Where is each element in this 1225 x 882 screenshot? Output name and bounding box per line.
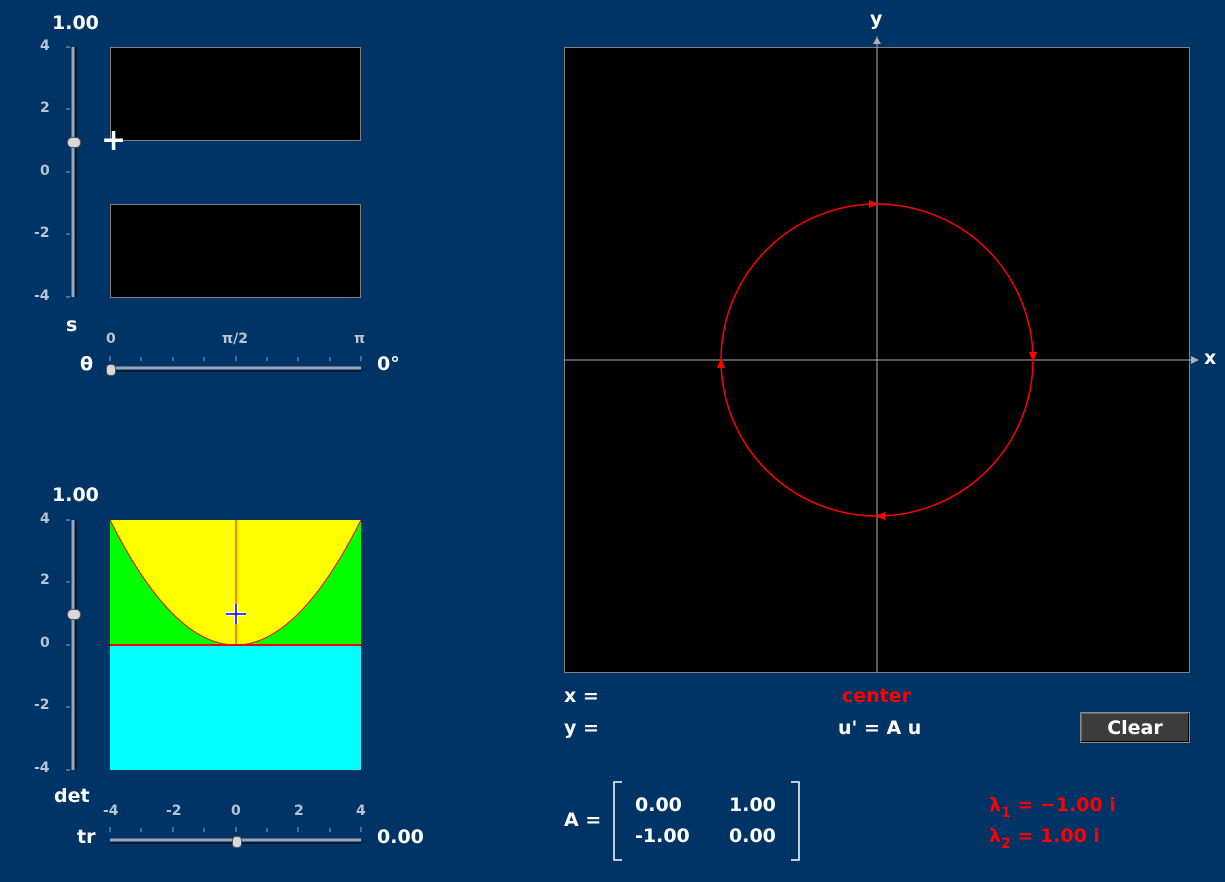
eigenvalue-1-subscript: 1 <box>1001 805 1011 821</box>
matrix-a21[interactable]: -1.00 <box>635 825 690 847</box>
eigenvalue-1-symbol: λ <box>989 794 1002 816</box>
matrix-brackets <box>613 781 800 861</box>
matrix-a12[interactable]: 1.00 <box>729 794 776 816</box>
eigenvalue-1-value: = −1.00 i <box>1017 794 1116 816</box>
eigenvalue-2: λ2 = 1.00 i <box>989 825 1100 852</box>
matrix-a22[interactable]: 0.00 <box>729 825 776 847</box>
eigenvalue-2-symbol: λ <box>989 825 1002 847</box>
eigenvalue-2-subscript: 2 <box>1001 836 1011 852</box>
eigenvalue-1: λ1 = −1.00 i <box>989 794 1116 821</box>
matrix-a11[interactable]: 0.00 <box>635 794 682 816</box>
eigenvalue-2-value: = 1.00 i <box>1017 825 1100 847</box>
